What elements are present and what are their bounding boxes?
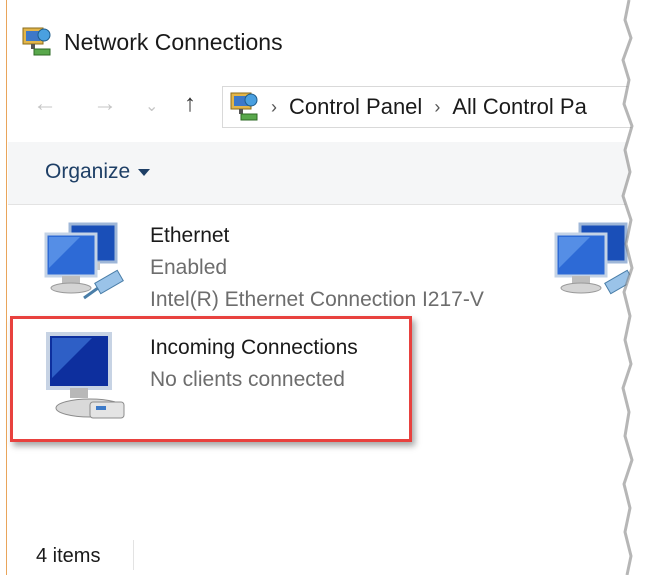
navigation-bar: ← → ⌄ ↑ › Control Panel › All Control Pa [0,80,657,130]
status-divider [133,540,134,570]
chevron-down-icon[interactable]: ⌄ [145,96,158,116]
back-arrow-icon[interactable]: ← [33,90,57,118]
network-connections-icon [22,27,51,56]
up-arrow-icon[interactable]: ↑ [184,90,196,118]
network-connections-window: Network Connections ← → ⌄ ↑ › Control Pa… [0,0,657,575]
torn-edge-decoration [621,0,657,575]
breadcrumb-all-control-panel[interactable]: All Control Pa [452,94,587,120]
organize-label: Organize [45,160,131,183]
forward-arrow-icon[interactable]: → [93,90,117,118]
command-bar: Organize [8,142,657,205]
breadcrumb-control-panel[interactable]: Control Panel [289,94,422,120]
window-title: Network Connections [64,28,283,55]
address-bar[interactable]: › Control Panel › All Control Pa [222,86,657,128]
ethernet-adapter-icon [44,222,124,300]
connection-status: Enabled [150,256,228,279]
organize-button[interactable]: Organize [45,160,151,184]
connection-device: Intel(R) Ethernet Connection I217-V [150,288,484,311]
breadcrumb-separator-icon[interactable]: › [434,97,440,118]
connection-item-ethernet[interactable]: Ethernet Enabled Intel(R) Ethernet Conne… [40,218,560,318]
caret-down-icon [138,168,151,176]
item-count: 4 items [36,545,101,567]
title-bar: Network Connections [20,22,283,62]
highlight-box [10,316,412,442]
connection-name: Ethernet [150,224,230,247]
control-panel-icon [230,92,258,121]
breadcrumb-separator-icon[interactable]: › [271,97,277,118]
